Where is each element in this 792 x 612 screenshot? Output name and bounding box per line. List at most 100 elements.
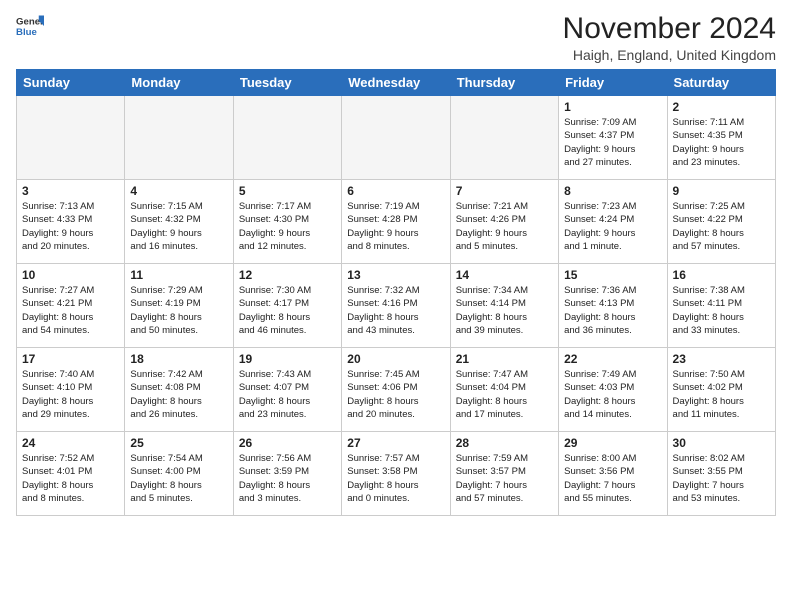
day-number: 1 bbox=[564, 100, 661, 114]
day-number: 12 bbox=[239, 268, 336, 282]
day-info: Sunrise: 7:30 AM Sunset: 4:17 PM Dayligh… bbox=[239, 284, 336, 337]
day-info: Sunrise: 7:47 AM Sunset: 4:04 PM Dayligh… bbox=[456, 368, 553, 421]
day-info: Sunrise: 7:43 AM Sunset: 4:07 PM Dayligh… bbox=[239, 368, 336, 421]
day-info: Sunrise: 7:23 AM Sunset: 4:24 PM Dayligh… bbox=[564, 200, 661, 253]
calendar-cell: 4 Sunrise: 7:15 AM Sunset: 4:32 PM Daylig… bbox=[125, 180, 233, 264]
header-saturday: Saturday bbox=[667, 70, 775, 96]
header-thursday: Thursday bbox=[450, 70, 558, 96]
day-info: Sunrise: 7:38 AM Sunset: 4:11 PM Dayligh… bbox=[673, 284, 770, 337]
day-info: Sunrise: 7:59 AM Sunset: 3:57 PM Dayligh… bbox=[456, 452, 553, 505]
day-number: 14 bbox=[456, 268, 553, 282]
day-number: 30 bbox=[673, 436, 770, 450]
day-number: 15 bbox=[564, 268, 661, 282]
logo: General Blue bbox=[16, 12, 44, 40]
day-info: Sunrise: 7:13 AM Sunset: 4:33 PM Dayligh… bbox=[22, 200, 119, 253]
calendar-cell: 30 Sunrise: 8:02 AM Sunset: 3:55 PM Dayli… bbox=[667, 432, 775, 516]
calendar-cell bbox=[233, 96, 341, 180]
title-block: November 2024 Haigh, England, United Kin… bbox=[563, 12, 776, 63]
day-info: Sunrise: 7:50 AM Sunset: 4:02 PM Dayligh… bbox=[673, 368, 770, 421]
day-info: Sunrise: 7:11 AM Sunset: 4:35 PM Dayligh… bbox=[673, 116, 770, 169]
header-tuesday: Tuesday bbox=[233, 70, 341, 96]
day-number: 22 bbox=[564, 352, 661, 366]
weekday-header-row: Sunday Monday Tuesday Wednesday Thursday… bbox=[17, 70, 776, 96]
calendar-cell: 26 Sunrise: 7:56 AM Sunset: 3:59 PM Dayli… bbox=[233, 432, 341, 516]
header-sunday: Sunday bbox=[17, 70, 125, 96]
day-info: Sunrise: 7:25 AM Sunset: 4:22 PM Dayligh… bbox=[673, 200, 770, 253]
calendar-cell: 27 Sunrise: 7:57 AM Sunset: 3:58 PM Dayli… bbox=[342, 432, 450, 516]
day-number: 23 bbox=[673, 352, 770, 366]
day-number: 9 bbox=[673, 184, 770, 198]
calendar-week-5: 24 Sunrise: 7:52 AM Sunset: 4:01 PM Dayli… bbox=[17, 432, 776, 516]
calendar-cell: 6Sunrise: 7:19 AM Sunset: 4:28 PM Daylig… bbox=[342, 180, 450, 264]
calendar-cell bbox=[17, 96, 125, 180]
day-info: Sunrise: 7:52 AM Sunset: 4:01 PM Dayligh… bbox=[22, 452, 119, 505]
day-info: Sunrise: 8:02 AM Sunset: 3:55 PM Dayligh… bbox=[673, 452, 770, 505]
calendar-cell: 22 Sunrise: 7:49 AM Sunset: 4:03 PM Dayli… bbox=[559, 348, 667, 432]
calendar-table: Sunday Monday Tuesday Wednesday Thursday… bbox=[16, 69, 776, 516]
calendar-cell bbox=[450, 96, 558, 180]
day-number: 4 bbox=[130, 184, 227, 198]
location: Haigh, England, United Kingdom bbox=[563, 47, 776, 63]
calendar-cell: 12 Sunrise: 7:30 AM Sunset: 4:17 PM Dayli… bbox=[233, 264, 341, 348]
calendar-cell: 1Sunrise: 7:09 AM Sunset: 4:37 PM Daylig… bbox=[559, 96, 667, 180]
svg-text:Blue: Blue bbox=[16, 27, 37, 38]
day-info: Sunrise: 7:29 AM Sunset: 4:19 PM Dayligh… bbox=[130, 284, 227, 337]
calendar-cell: 29Sunrise: 8:00 AM Sunset: 3:56 PM Dayli… bbox=[559, 432, 667, 516]
calendar-week-4: 17 Sunrise: 7:40 AM Sunset: 4:10 PM Dayli… bbox=[17, 348, 776, 432]
calendar-cell: 17 Sunrise: 7:40 AM Sunset: 4:10 PM Dayli… bbox=[17, 348, 125, 432]
month-title: November 2024 bbox=[563, 12, 776, 45]
day-info: Sunrise: 7:17 AM Sunset: 4:30 PM Dayligh… bbox=[239, 200, 336, 253]
day-number: 2 bbox=[673, 100, 770, 114]
calendar-week-3: 10Sunrise: 7:27 AM Sunset: 4:21 PM Dayli… bbox=[17, 264, 776, 348]
calendar-cell: 19Sunrise: 7:43 AM Sunset: 4:07 PM Dayli… bbox=[233, 348, 341, 432]
day-info: Sunrise: 7:36 AM Sunset: 4:13 PM Dayligh… bbox=[564, 284, 661, 337]
calendar-cell: 11 Sunrise: 7:29 AM Sunset: 4:19 PM Dayli… bbox=[125, 264, 233, 348]
calendar-week-2: 3Sunrise: 7:13 AM Sunset: 4:33 PM Daylig… bbox=[17, 180, 776, 264]
day-number: 18 bbox=[130, 352, 227, 366]
day-number: 11 bbox=[130, 268, 227, 282]
calendar-cell bbox=[125, 96, 233, 180]
calendar-cell: 21 Sunrise: 7:47 AM Sunset: 4:04 PM Dayli… bbox=[450, 348, 558, 432]
day-info: Sunrise: 7:15 AM Sunset: 4:32 PM Dayligh… bbox=[130, 200, 227, 253]
day-info: Sunrise: 7:49 AM Sunset: 4:03 PM Dayligh… bbox=[564, 368, 661, 421]
day-info: Sunrise: 7:32 AM Sunset: 4:16 PM Dayligh… bbox=[347, 284, 444, 337]
day-info: Sunrise: 7:54 AM Sunset: 4:00 PM Dayligh… bbox=[130, 452, 227, 505]
calendar-cell: 18Sunrise: 7:42 AM Sunset: 4:08 PM Dayli… bbox=[125, 348, 233, 432]
day-number: 24 bbox=[22, 436, 119, 450]
calendar-cell: 16 Sunrise: 7:38 AM Sunset: 4:11 PM Dayli… bbox=[667, 264, 775, 348]
day-number: 26 bbox=[239, 436, 336, 450]
day-number: 10 bbox=[22, 268, 119, 282]
day-number: 25 bbox=[130, 436, 227, 450]
header-wednesday: Wednesday bbox=[342, 70, 450, 96]
calendar-cell: 24 Sunrise: 7:52 AM Sunset: 4:01 PM Dayli… bbox=[17, 432, 125, 516]
calendar-cell: 15 Sunrise: 7:36 AM Sunset: 4:13 PM Dayli… bbox=[559, 264, 667, 348]
day-number: 27 bbox=[347, 436, 444, 450]
day-info: Sunrise: 7:34 AM Sunset: 4:14 PM Dayligh… bbox=[456, 284, 553, 337]
day-number: 16 bbox=[673, 268, 770, 282]
calendar-cell: 14 Sunrise: 7:34 AM Sunset: 4:14 PM Dayli… bbox=[450, 264, 558, 348]
calendar-cell: 20Sunrise: 7:45 AM Sunset: 4:06 PM Dayli… bbox=[342, 348, 450, 432]
day-info: Sunrise: 7:57 AM Sunset: 3:58 PM Dayligh… bbox=[347, 452, 444, 505]
page: General Blue November 2024 Haigh, Englan… bbox=[0, 0, 792, 612]
calendar-cell bbox=[342, 96, 450, 180]
header: General Blue November 2024 Haigh, Englan… bbox=[16, 12, 776, 63]
day-number: 7 bbox=[456, 184, 553, 198]
day-number: 13 bbox=[347, 268, 444, 282]
day-number: 28 bbox=[456, 436, 553, 450]
header-friday: Friday bbox=[559, 70, 667, 96]
day-info: Sunrise: 7:40 AM Sunset: 4:10 PM Dayligh… bbox=[22, 368, 119, 421]
header-monday: Monday bbox=[125, 70, 233, 96]
calendar-cell: 3Sunrise: 7:13 AM Sunset: 4:33 PM Daylig… bbox=[17, 180, 125, 264]
day-info: Sunrise: 8:00 AM Sunset: 3:56 PM Dayligh… bbox=[564, 452, 661, 505]
generalblue-logo-icon: General Blue bbox=[16, 12, 44, 40]
calendar-cell: 13 Sunrise: 7:32 AM Sunset: 4:16 PM Dayli… bbox=[342, 264, 450, 348]
day-info: Sunrise: 7:19 AM Sunset: 4:28 PM Dayligh… bbox=[347, 200, 444, 253]
calendar-cell: 25 Sunrise: 7:54 AM Sunset: 4:00 PM Dayli… bbox=[125, 432, 233, 516]
day-number: 5 bbox=[239, 184, 336, 198]
calendar-cell: 9 Sunrise: 7:25 AM Sunset: 4:22 PM Daylig… bbox=[667, 180, 775, 264]
day-info: Sunrise: 7:56 AM Sunset: 3:59 PM Dayligh… bbox=[239, 452, 336, 505]
calendar-cell: 5 Sunrise: 7:17 AM Sunset: 4:30 PM Daylig… bbox=[233, 180, 341, 264]
day-number: 17 bbox=[22, 352, 119, 366]
calendar-cell: 2 Sunrise: 7:11 AM Sunset: 4:35 PM Daylig… bbox=[667, 96, 775, 180]
day-number: 21 bbox=[456, 352, 553, 366]
